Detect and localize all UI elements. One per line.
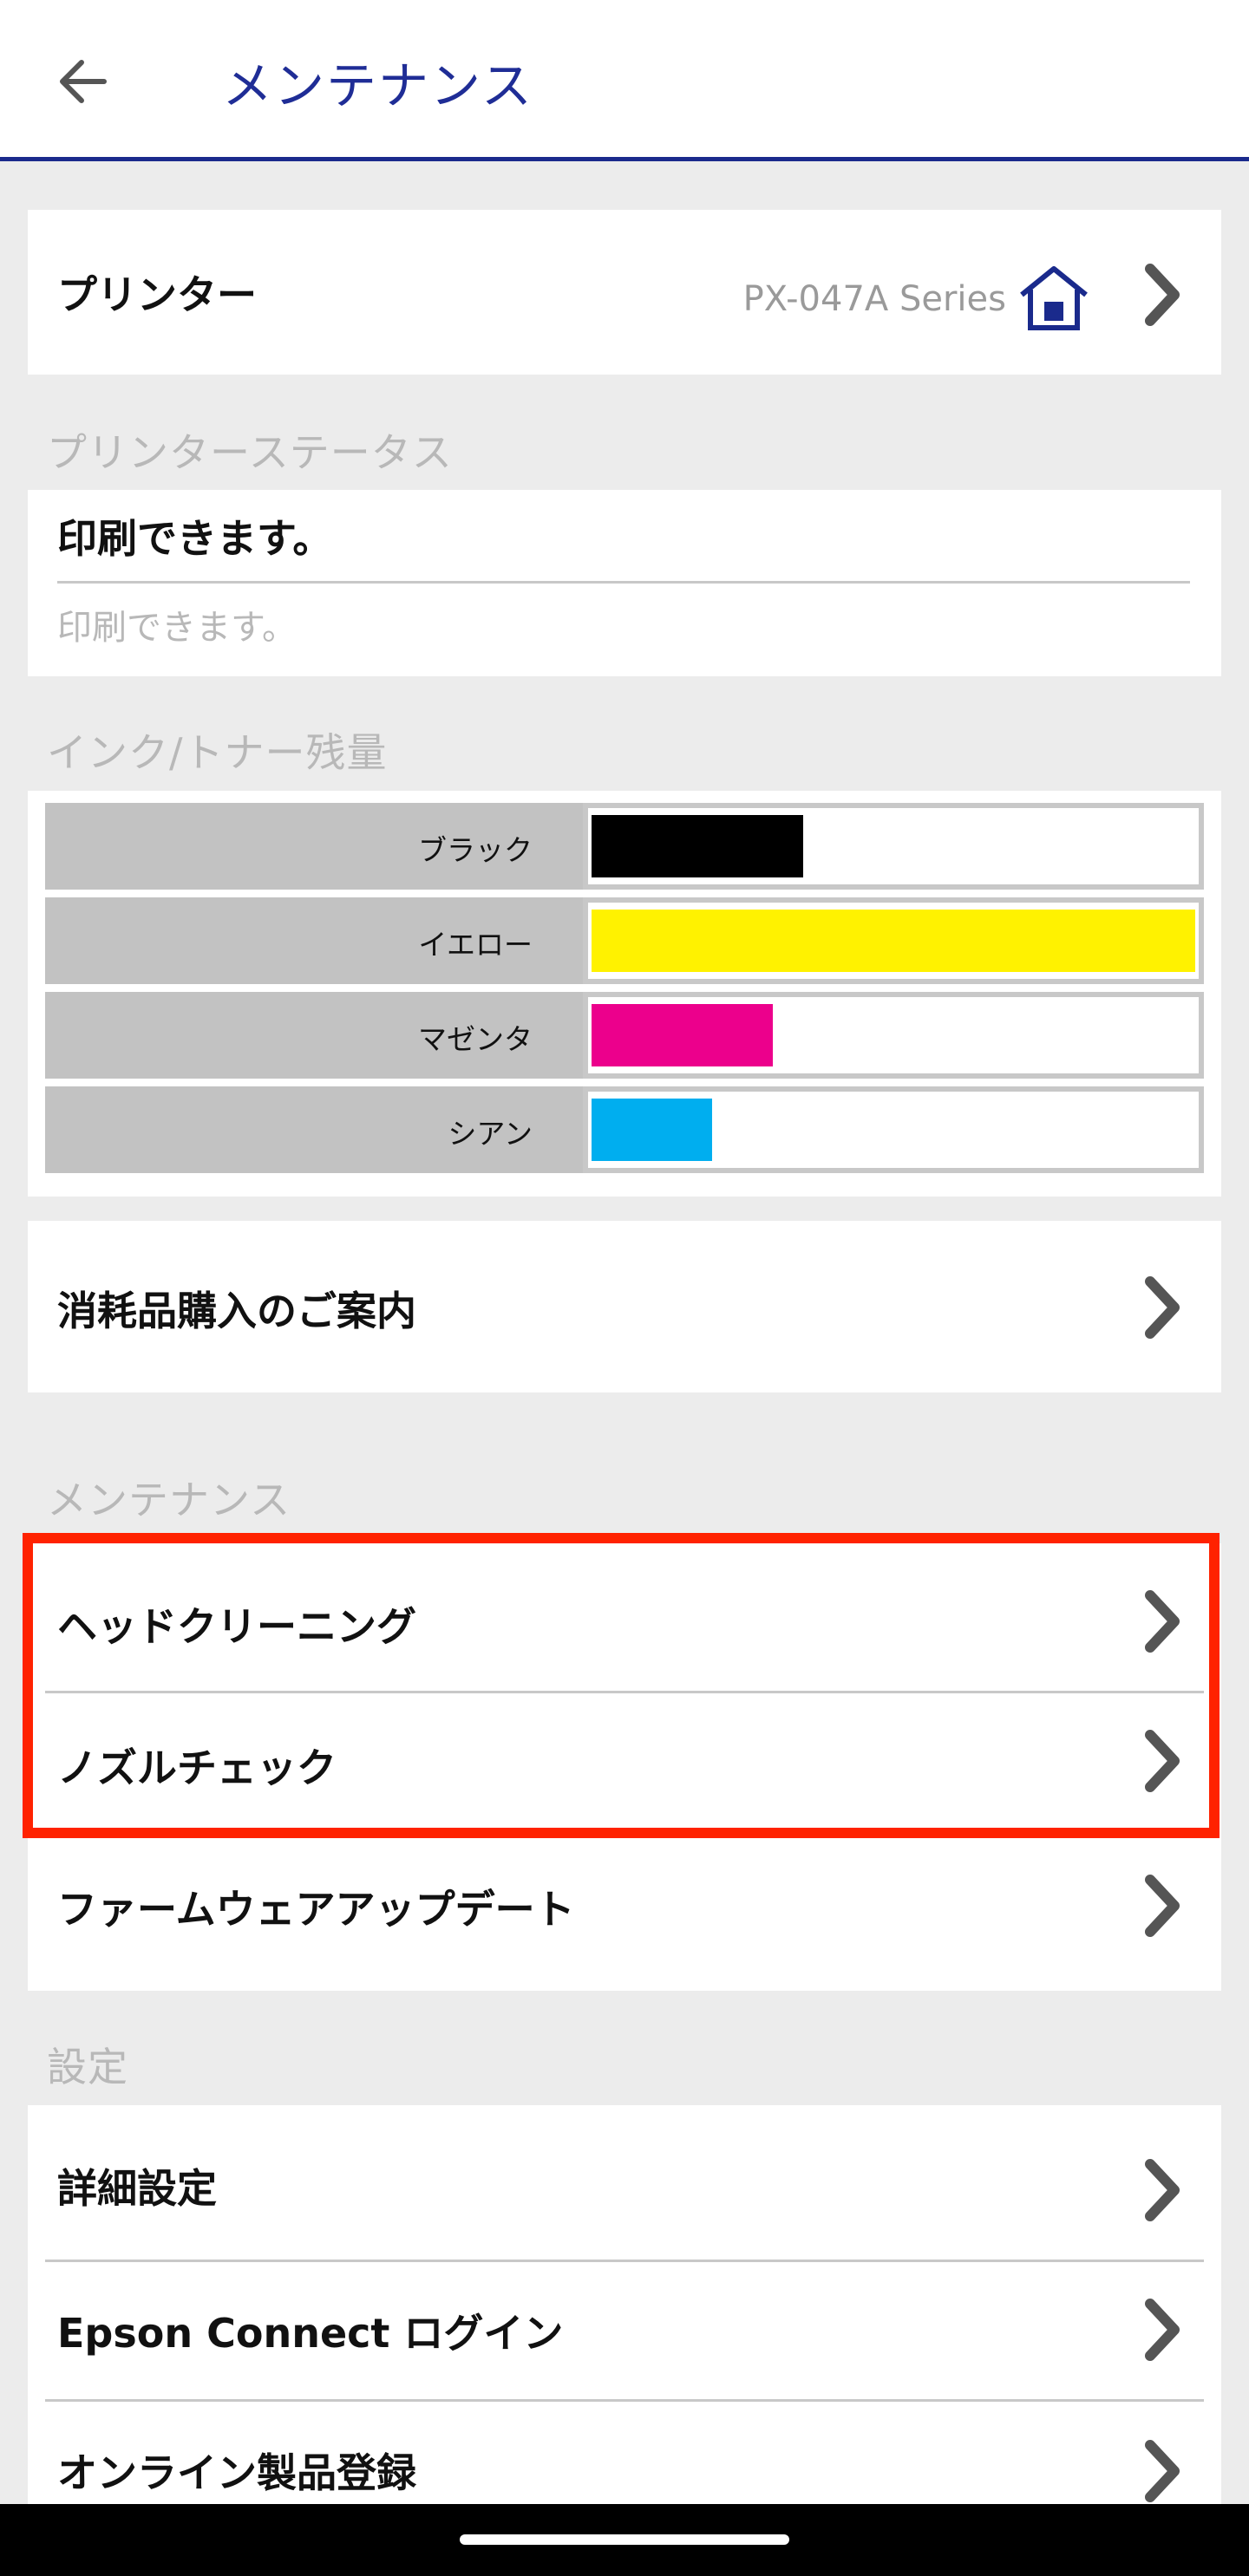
gesture-handle[interactable] — [460, 2534, 789, 2545]
online-registration-row[interactable]: オンライン製品登録 — [28, 2402, 1221, 2513]
settings-card: 詳細設定 Epson Connect ログイン オンライン製品登録 — [28, 2105, 1221, 2513]
advanced-settings-row[interactable]: 詳細設定 — [28, 2105, 1221, 2260]
ink-name: ブラック — [418, 833, 533, 867]
settings-section-label: 設定 — [47, 2044, 128, 2090]
chevron-right-icon — [1145, 1730, 1180, 1792]
ink-level-bar — [583, 992, 1204, 1079]
chevron-right-icon — [1145, 2440, 1180, 2502]
maintenance-card: ヘッドクリーニング ノズルチェック ファームウェアアップデート — [28, 1543, 1221, 1991]
home-icon — [1020, 266, 1088, 330]
nozzle-check-label: ノズルチェック — [57, 1745, 337, 1791]
chevron-right-icon — [1145, 1875, 1180, 1937]
system-navigation-bar — [0, 2504, 1249, 2576]
ink-row-yellow: イエロー — [45, 897, 1204, 984]
advanced-settings-label: 詳細設定 — [57, 2165, 217, 2212]
ink-levels-card: ブラック イエロー マゼンタ シアン — [28, 791, 1221, 1197]
ink-row-magenta: マゼンタ — [45, 992, 1204, 1079]
epson-connect-login-label: Epson Connect ログイン — [57, 2310, 564, 2357]
head-cleaning-row[interactable]: ヘッドクリーニング — [28, 1543, 1221, 1691]
arrow-left-icon — [60, 60, 107, 103]
ink-row-cyan: シアン — [45, 1086, 1204, 1173]
ink-section-label: インク/トナー残量 — [47, 729, 388, 776]
ink-level-fill — [592, 910, 1195, 972]
app-bar: メンテナンス — [0, 0, 1249, 161]
status-detail: 印刷できます。 — [57, 608, 297, 648]
nozzle-check-row[interactable]: ノズルチェック — [28, 1693, 1221, 1832]
chevron-right-icon — [1145, 2299, 1180, 2361]
chevron-right-icon — [1145, 264, 1180, 326]
ink-level-bar — [583, 1086, 1204, 1173]
printer-status-section-label: プリンターステータス — [47, 429, 453, 476]
chevron-right-icon — [1145, 1590, 1180, 1653]
ink-level-fill — [592, 1004, 773, 1066]
head-cleaning-label: ヘッドクリーニング — [57, 1603, 416, 1650]
printer-model: PX-047A Series — [742, 279, 1006, 319]
firmware-update-row[interactable]: ファームウェアアップデート — [28, 1838, 1221, 1991]
printer-status-card: 印刷できます。 印刷できます。 — [28, 490, 1221, 676]
ink-level-bar — [583, 803, 1204, 890]
status-message: 印刷できます。 — [57, 515, 333, 562]
printer-row[interactable]: プリンター PX-047A Series — [28, 210, 1221, 375]
ink-row-black: ブラック — [45, 803, 1204, 890]
chevron-right-icon — [1145, 1276, 1180, 1339]
ink-name: シアン — [448, 1117, 533, 1151]
ink-level-bar — [583, 897, 1204, 984]
printer-label: プリンター — [57, 271, 257, 318]
firmware-update-label: ファームウェアアップデート — [57, 1886, 575, 1933]
epson-connect-login-row[interactable]: Epson Connect ログイン — [28, 2262, 1221, 2399]
divider — [57, 581, 1190, 584]
ink-level-fill — [592, 815, 803, 877]
back-button[interactable] — [52, 49, 118, 114]
ink-level-fill — [592, 1099, 712, 1161]
supplies-label: 消耗品購入のご案内 — [57, 1288, 416, 1334]
online-registration-label: オンライン製品登録 — [57, 2449, 416, 2496]
supplies-purchase-row[interactable]: 消耗品購入のご案内 — [28, 1221, 1221, 1392]
page-title: メンテナンス — [222, 56, 533, 115]
chevron-right-icon — [1145, 2159, 1180, 2221]
ink-name: イエロー — [418, 928, 533, 962]
ink-name: マゼンタ — [418, 1022, 533, 1056]
maintenance-section-label: メンテナンス — [47, 1477, 291, 1523]
